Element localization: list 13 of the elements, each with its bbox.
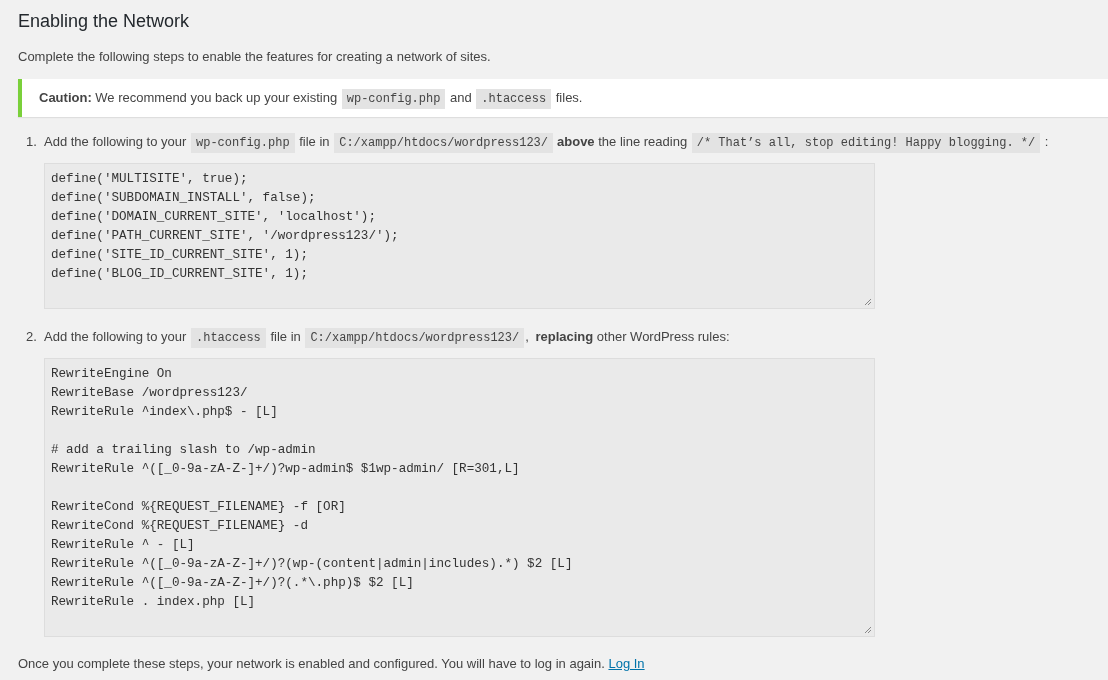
step-number: 1. (26, 132, 38, 151)
footer-text: Once you complete these steps, your network is enabled and configured. You will have to log in again. (18, 655, 606, 671)
step-instruction: Add the following to your wp-config.php file in C:/xampp/htdocs/wordpress123/ above the line reading /* That’s all, stop editing! Happy blogging. */ : (44, 130, 1049, 154)
page-heading: Enabling the Network (17, 10, 191, 31)
resize-grip-icon[interactable] (864, 625, 872, 634)
code-block[interactable]: define('MULTISITE', true); define('SUBDOMAIN_INSTALL', false); define('DOMAIN_CURRENT_SITE', 'localhost'); define('PATH_CURRENT_SITE', '/wordpress123/'); define('SITE_ID_CURRENT_SITE', 1); define('BLOG_ID_CURRENT_SITE', 1); (44, 162, 875, 309)
intro-text: Complete the following steps to enable the features for creating a network of sites. (18, 48, 491, 66)
caution-notice: Caution: We recommend you back up your existing wp-config.php and .htaccess files. (18, 78, 1108, 117)
code-block[interactable]: RewriteEngine On RewriteBase /wordpress123/ RewriteRule ^index\.php$ - [L] # add a trailing slash to /wp-admin RewriteRule ^([_0-9a-zA-Z-]+/)?wp-admin$ $1wp-admin/ [R=301,L] RewriteCond %{REQUEST_FILENAME} -f [OR] RewriteCond %{REQUEST_FILENAME} -d RewriteRule ^ - [L] RewriteRule ^([_0-9a-zA-Z-]+/)?(wp-(content|admin|includes).*) $2 [L] RewriteRule ^([_0-9a-zA-Z-]+/)?(.*\.php)$ $2 [L] RewriteRule . index.php [L] (44, 357, 875, 637)
step-instruction: Add the following to your .htaccess file in C:/xampp/htdocs/wordpress123/ , replacing other WordPress rules: (44, 325, 730, 349)
resize-grip-icon[interactable] (864, 297, 872, 306)
login-link[interactable]: Log In (608, 655, 645, 671)
step-number: 2. (26, 327, 38, 346)
